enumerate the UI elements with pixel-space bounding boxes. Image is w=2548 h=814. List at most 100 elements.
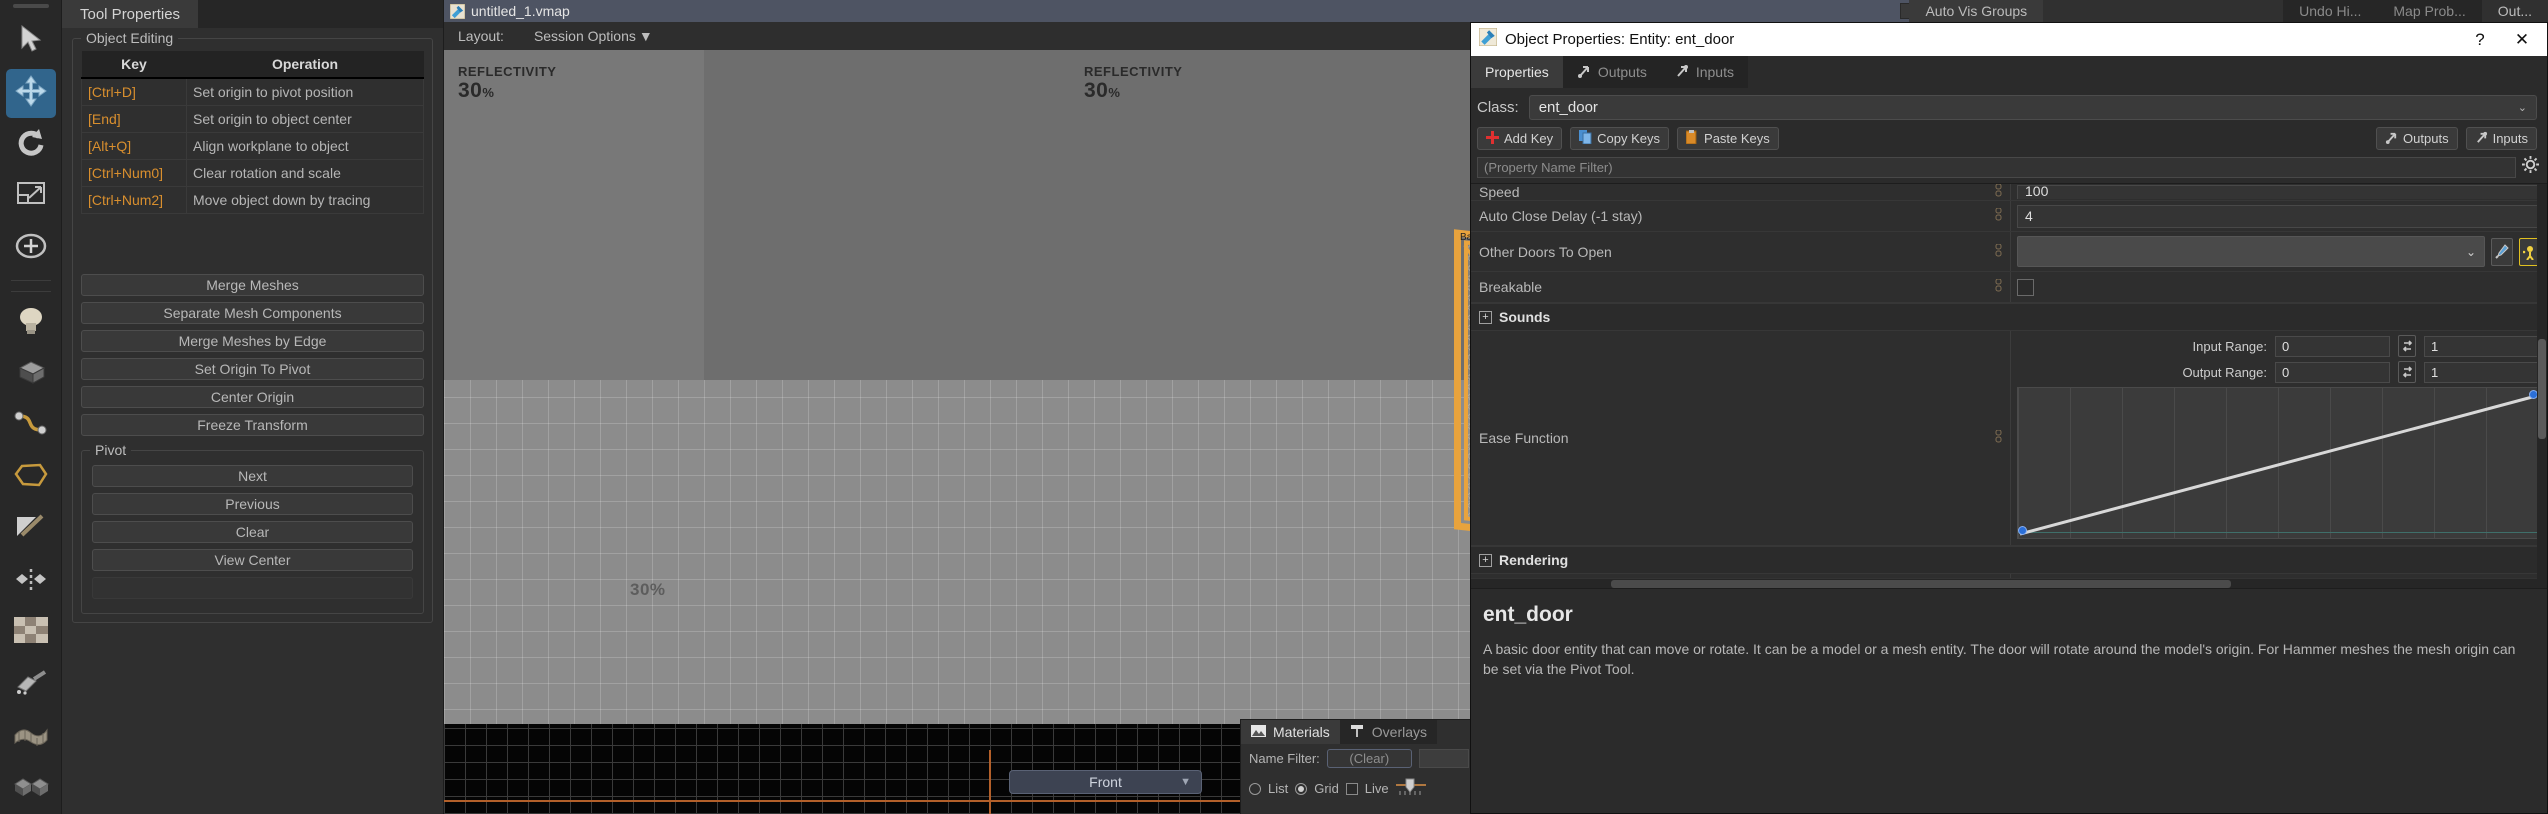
gear-icon[interactable] (2522, 156, 2539, 178)
pivot-clear-button[interactable]: Clear (92, 521, 413, 543)
speed-input[interactable]: 100 (2017, 184, 2541, 199)
clip-tool-button[interactable] (6, 505, 56, 555)
chain-link-icon[interactable] (1995, 184, 2002, 200)
tab-map-problems[interactable]: Map Prob... (2377, 0, 2482, 22)
copy-keys-button[interactable]: Copy Keys (1570, 127, 1670, 150)
inputs-button[interactable]: Inputs (2465, 127, 2537, 150)
center-origin-button[interactable]: Center Origin (81, 386, 424, 408)
rail-divider (10, 279, 51, 281)
other-doors-combo[interactable]: ⌄ (2017, 236, 2485, 267)
property-label-breakable: Breakable (1471, 272, 2011, 302)
entity-tool-button[interactable] (6, 298, 56, 348)
output-range-max[interactable]: 1 (2424, 361, 2539, 383)
property-grid[interactable]: Speed 100 Auto Close Delay (-1 stay) 4 O… (1471, 183, 2547, 588)
tab-properties[interactable]: Properties (1471, 56, 1563, 88)
path-tool-button[interactable] (6, 401, 56, 451)
tab-auto-vis-groups[interactable]: Auto Vis Groups (1909, 0, 2044, 22)
orange-paste-icon (1685, 130, 1699, 147)
polygon-tool-button[interactable] (6, 453, 56, 503)
outputs-button[interactable]: Outputs (2376, 127, 2458, 150)
input-range-min[interactable]: 0 (2275, 335, 2390, 357)
property-row-other-doors-to-open[interactable]: Other Doors To Open ⌄ (1471, 232, 2547, 272)
set-origin-to-pivot-button[interactable]: Set Origin To Pivot (81, 358, 424, 380)
class-value: ent_door (1538, 99, 1598, 116)
name-filter-input[interactable]: (Clear) (1326, 749, 1412, 768)
tab-undo-history[interactable]: Undo Hi... (2283, 0, 2378, 22)
property-grid-hscrollbar[interactable] (1471, 578, 2537, 588)
property-row-breakable[interactable]: Breakable (1471, 272, 2547, 303)
input-range-max[interactable]: 1 (2424, 335, 2539, 357)
name-filter-row: Name Filter: (Clear) (1241, 744, 1480, 773)
rail-drag-handle[interactable] (12, 4, 49, 8)
reflectivity-title: REFLECTIVITY (1084, 64, 1183, 79)
pivot-view-center-button[interactable]: View Center (92, 549, 413, 571)
ease-curve-canvas[interactable] (2017, 387, 2539, 539)
paste-keys-button[interactable]: Paste Keys (1677, 127, 1779, 150)
material-preview-swatch (1418, 749, 1469, 768)
swap-icon[interactable] (2398, 335, 2416, 357)
add-tool-button[interactable] (6, 224, 56, 274)
expander-icon[interactable]: + (1479, 553, 1492, 567)
separate-mesh-components-button[interactable]: Separate Mesh Components (81, 302, 424, 324)
pivot-extra-button[interactable] (92, 577, 413, 599)
pivot-next-button[interactable]: Next (92, 465, 413, 487)
split-tool-button[interactable] (6, 556, 56, 606)
merge-meshes-button[interactable]: Merge Meshes (81, 274, 424, 296)
tab-materials[interactable]: Materials (1241, 720, 1340, 744)
cursor-icon (18, 24, 44, 59)
curve-control-point-start[interactable] (2018, 526, 2027, 535)
hscrollbar-thumb[interactable] (1611, 580, 2231, 588)
radio-list-view[interactable] (1249, 782, 1261, 795)
select-tool-button[interactable] (6, 17, 56, 67)
swap-icon[interactable] (2398, 361, 2416, 383)
add-key-button[interactable]: Add Key (1477, 127, 1563, 150)
translate-tool-button[interactable] (5, 68, 56, 119)
section-rendering-label: Rendering (1499, 552, 1569, 568)
auto-close-delay-input[interactable]: 4 (2017, 204, 2541, 228)
close-icon[interactable]: ✕ (2505, 25, 2539, 55)
section-sounds[interactable]: + Sounds (1471, 303, 2547, 331)
rotate-tool-button[interactable] (6, 120, 56, 170)
scale-tool-button[interactable] (6, 172, 56, 222)
merge-meshes-by-edge-button[interactable]: Merge Meshes by Edge (81, 330, 424, 352)
session-options-menu[interactable]: Session Options ▼ (534, 28, 653, 44)
viewport-camera-select[interactable]: Front ▼ (1009, 770, 1202, 794)
property-name-filter-input[interactable]: (Property Name Filter) (1477, 156, 2516, 178)
ease-function-editor[interactable]: Input Range: 0 1 Output Range: 0 1 (2011, 331, 2547, 545)
breakable-checkbox[interactable] (2017, 278, 2034, 296)
pivot-previous-button[interactable]: Previous (92, 493, 413, 515)
block-tool-button[interactable] (6, 349, 56, 399)
freeze-transform-button[interactable]: Freeze Transform (81, 414, 424, 436)
property-row-auto-close-delay[interactable]: Auto Close Delay (-1 stay) 4 (1471, 201, 2547, 232)
reflectivity-value: 30 (1084, 79, 1109, 102)
checkbox-live[interactable] (1345, 782, 1358, 795)
tab-inputs[interactable]: Inputs (1660, 56, 1748, 88)
chain-link-icon[interactable] (1995, 207, 2002, 224)
vscrollbar-thumb[interactable] (2538, 339, 2546, 439)
help-button[interactable]: ? (2463, 25, 2497, 55)
chain-link-icon[interactable] (1995, 278, 2002, 295)
object-properties-titlebar[interactable]: Object Properties: Entity: ent_door ? ✕ (1471, 23, 2547, 56)
tab-overlays[interactable]: Overlays (1339, 720, 1438, 744)
property-row-speed[interactable]: Speed 100 (1471, 184, 2547, 201)
shortcut-operation: Align workplane to object (186, 132, 424, 160)
section-rendering[interactable]: + Rendering (1471, 546, 2547, 574)
paint-tool-button[interactable] (6, 660, 56, 710)
output-range-min[interactable]: 0 (2275, 361, 2390, 383)
key-toolbar: Add Key Copy Keys Paste Keys Outputs Inp… (1471, 124, 2547, 156)
tab-output[interactable]: Out... (2481, 0, 2548, 22)
tile-tool-button[interactable] (6, 763, 56, 813)
tab-outputs[interactable]: Outputs (1562, 56, 1661, 88)
eyedropper-button[interactable] (2491, 237, 2513, 266)
property-row-ease-function[interactable]: Ease Function Input Range: 0 1 Output Ra… (1471, 331, 2547, 546)
tab-tool-properties[interactable]: Tool Properties (62, 0, 199, 28)
chain-link-icon[interactable] (1995, 429, 2002, 446)
class-select[interactable]: ent_door ⌄ (1528, 95, 2537, 120)
radio-grid-view[interactable] (1295, 782, 1308, 795)
texture-tool-button[interactable] (6, 608, 56, 658)
chain-link-icon[interactable] (1995, 243, 2002, 260)
thumbnail-size-slider[interactable] (1395, 778, 1426, 799)
displacement-tool-button[interactable] (6, 712, 56, 762)
property-grid-vscrollbar[interactable] (2537, 184, 2547, 588)
expander-icon[interactable]: + (1479, 310, 1492, 324)
